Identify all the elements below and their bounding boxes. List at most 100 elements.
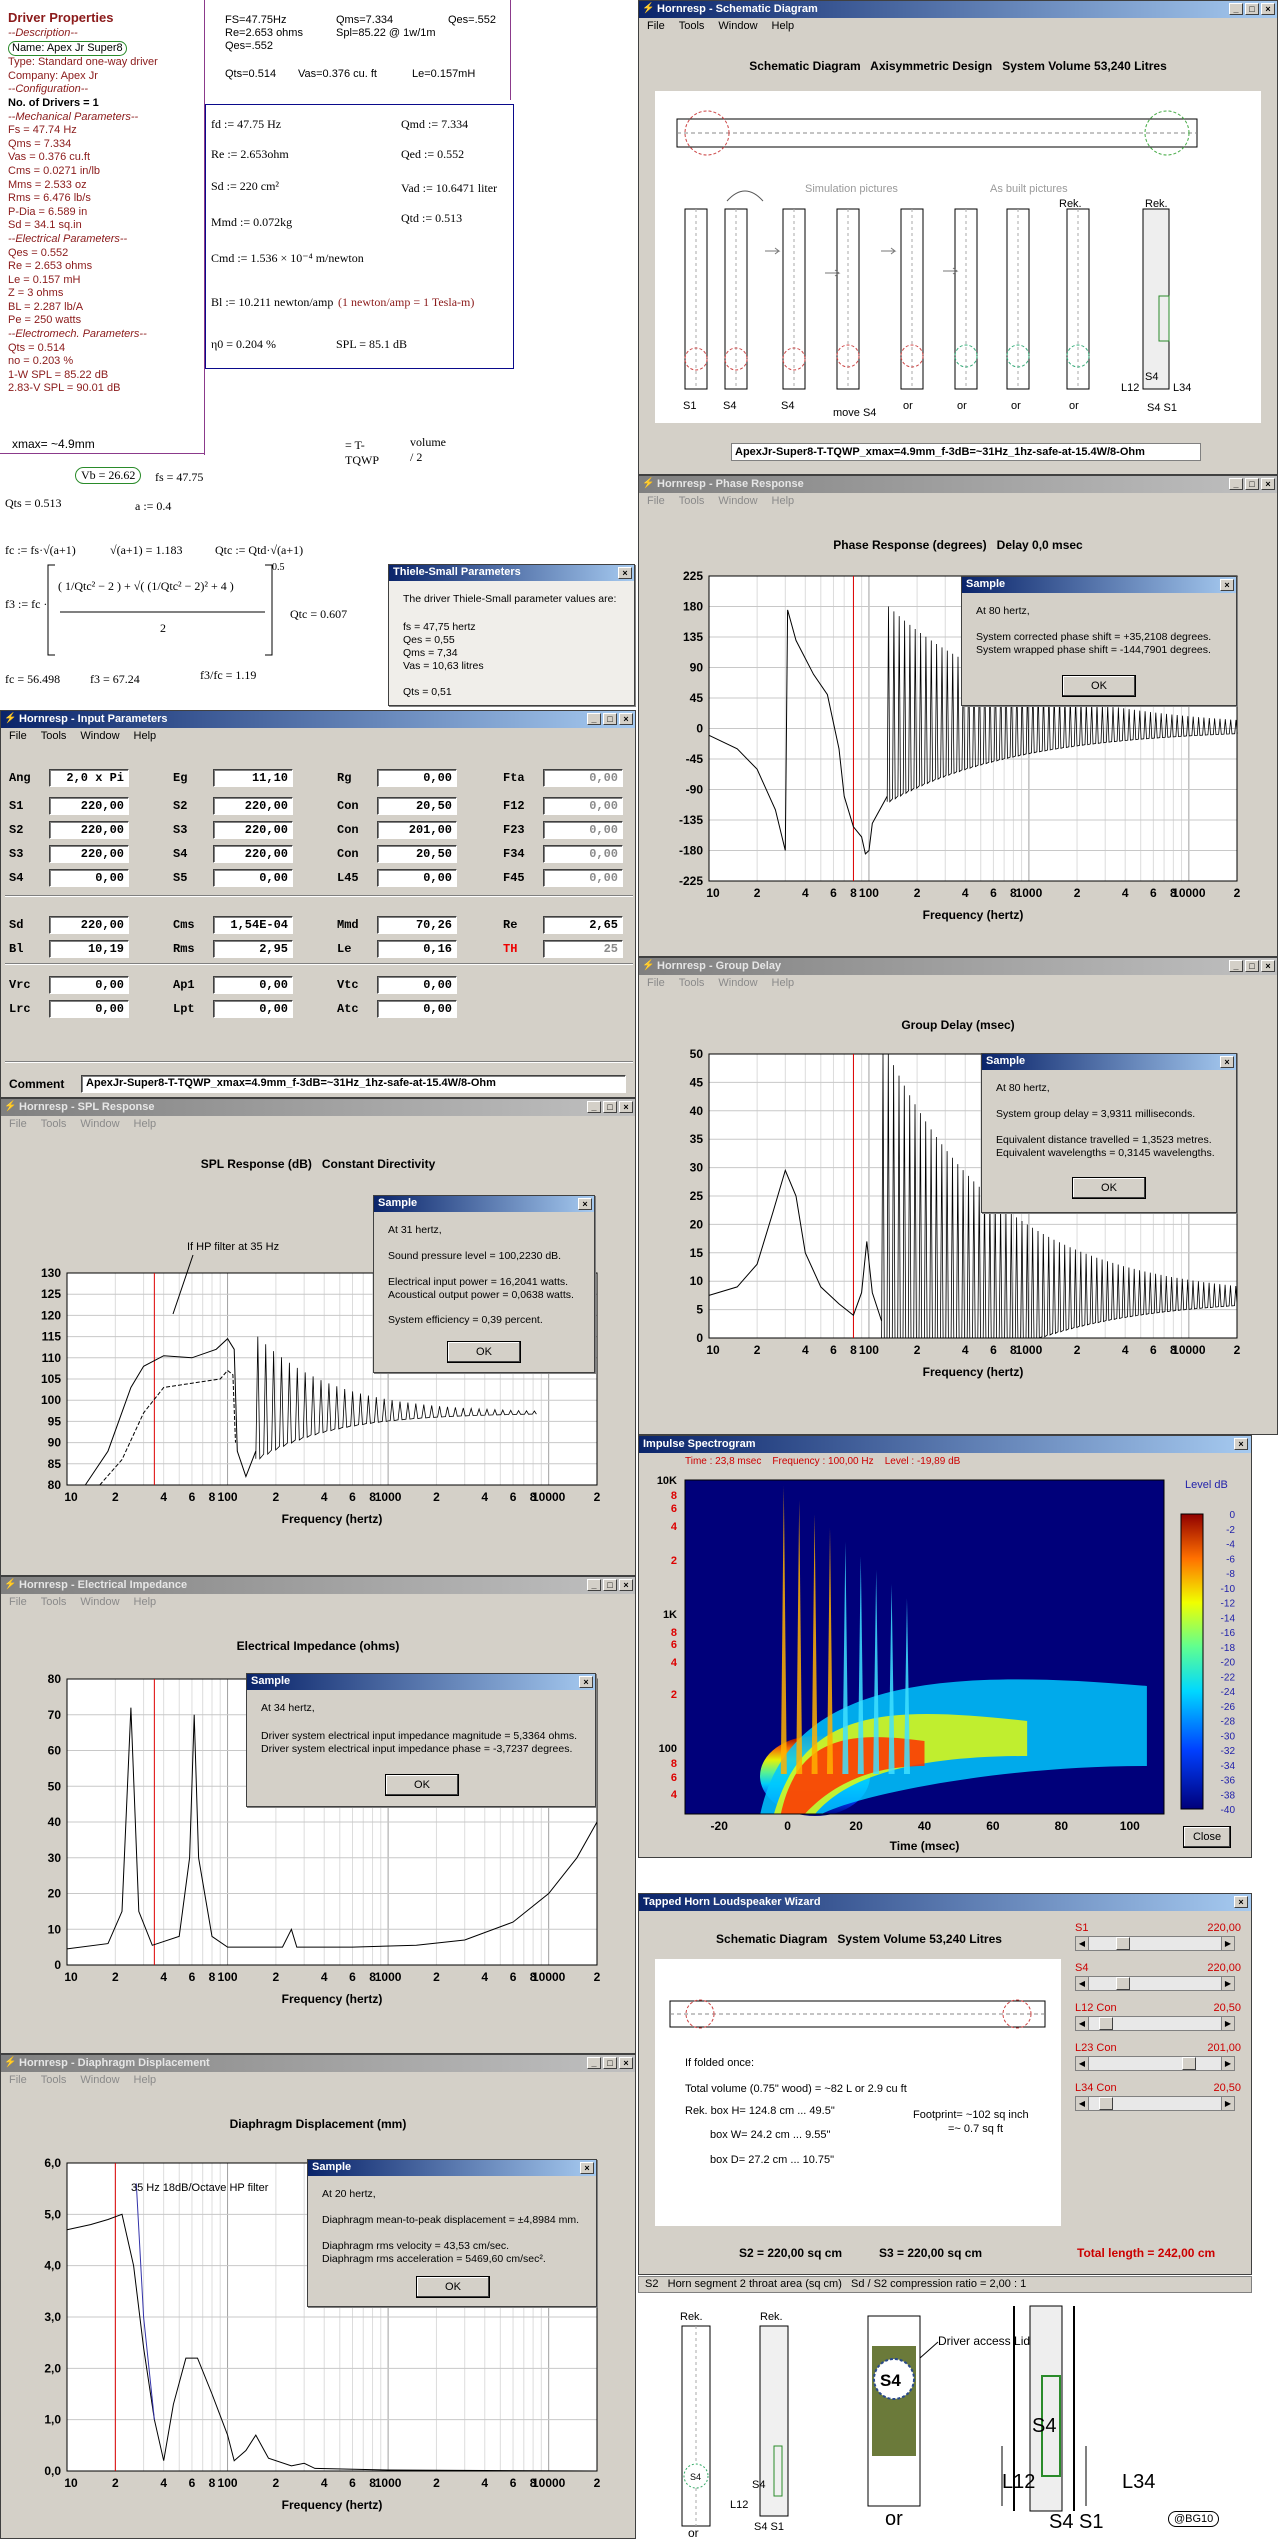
param-field-s2[interactable]: 220,00 xyxy=(49,821,129,839)
param-field-l45[interactable]: 0,00 xyxy=(377,869,457,887)
group-dialog-close[interactable]: × xyxy=(1220,1056,1234,1068)
slider-left-arrow[interactable]: ◀ xyxy=(1076,2097,1089,2110)
slider-thumb[interactable] xyxy=(1099,2097,1114,2110)
param-field-f45[interactable]: 0,00 xyxy=(543,869,623,887)
param-field-le[interactable]: 0,16 xyxy=(377,940,457,958)
spl-dialog-close[interactable]: × xyxy=(578,1198,592,1210)
built-box xyxy=(1142,208,1170,390)
y-tick-label: 80 xyxy=(48,1478,62,1492)
slider-right-arrow[interactable]: ▶ xyxy=(1221,2017,1234,2030)
slider-right-arrow[interactable]: ▶ xyxy=(1221,2057,1234,2070)
x-tick-label: 2 xyxy=(1234,1343,1241,1357)
param-field-rg[interactable]: 0,00 xyxy=(377,769,457,787)
param-field-lpt[interactable]: 0,00 xyxy=(213,1000,293,1018)
y-tick-label: 15 xyxy=(690,1246,704,1260)
param-field-s5[interactable]: 0,00 xyxy=(213,869,293,887)
phase-ok-button[interactable]: OK xyxy=(1062,675,1136,697)
x-axis-label: Frequency (hertz) xyxy=(923,908,1024,922)
y-tick-label: 0 xyxy=(696,1331,703,1345)
param-field-s3[interactable]: 220,00 xyxy=(213,821,293,839)
slider-track[interactable]: ◀ ▶ xyxy=(1075,2016,1235,2031)
phase-dialog-close[interactable]: × xyxy=(1220,579,1234,591)
param-field-s4[interactable]: 0,00 xyxy=(49,869,129,887)
param-field-cms[interactable]: 1,54E-04 xyxy=(213,916,293,934)
param-field-th[interactable]: 25 xyxy=(543,940,623,958)
param-field-con[interactable]: 201,00 xyxy=(377,821,457,839)
spl-ok-button[interactable]: OK xyxy=(447,1341,521,1363)
slider-thumb[interactable] xyxy=(1115,1937,1130,1950)
x-tick-label: 6 xyxy=(349,1970,356,1984)
thiele-close-button[interactable]: × xyxy=(618,567,632,579)
section-header: --Electrical Parameters-- xyxy=(8,232,128,245)
as-built-label: As built pictures xyxy=(990,183,1068,195)
slider-track[interactable]: ◀ ▶ xyxy=(1075,1976,1235,1991)
imp-ok-button[interactable]: OK xyxy=(385,1774,459,1796)
comment-field[interactable]: ApexJr-Super8-T-TQWP_xmax=4.9mm_f-3dB=~3… xyxy=(81,1075,626,1093)
param-field-ang[interactable]: 2,0 x Pi xyxy=(49,769,129,787)
slider-left-arrow[interactable]: ◀ xyxy=(1076,1937,1089,1950)
slider-right-arrow[interactable]: ▶ xyxy=(1221,1937,1234,1950)
menu-help[interactable]: Help xyxy=(772,20,795,34)
param-field-s3[interactable]: 220,00 xyxy=(49,845,129,863)
thiele-value: Qts = 0,51 xyxy=(403,686,452,698)
close-button[interactable]: × xyxy=(1234,1896,1248,1908)
group-ok-button[interactable]: OK xyxy=(1072,1177,1146,1199)
svg-text:( 1/Qtc² − 2 ) + √( (1/Qtc² −: ( 1/Qtc² − 2 ) + √( (1/Qtc² − 2)² + 4 ) xyxy=(58,579,234,593)
y-tick-label: 3,0 xyxy=(44,2310,61,2324)
y-tick-label: 8 xyxy=(671,1490,677,1502)
param-label: S3 xyxy=(9,847,24,861)
param-field-atc[interactable]: 0,00 xyxy=(377,1000,457,1018)
param-field-vtc[interactable]: 0,00 xyxy=(377,976,457,994)
imp-dialog-close[interactable]: × xyxy=(579,1676,593,1688)
param-field-f12[interactable]: 0,00 xyxy=(543,797,623,815)
x-tick-label: 100 xyxy=(218,1490,238,1504)
slider-track[interactable]: ◀ ▶ xyxy=(1075,2096,1235,2111)
slider-left-arrow[interactable]: ◀ xyxy=(1076,2017,1089,2030)
param-label: TH xyxy=(503,942,518,956)
wizard-line: Footprint= ~102 sq inch xyxy=(913,2109,1029,2121)
menu-window[interactable]: Window xyxy=(718,20,757,34)
param-field-bl[interactable]: 10,19 xyxy=(49,940,129,958)
param-field-re[interactable]: 2,65 xyxy=(543,916,623,934)
minimize-button[interactable]: _ xyxy=(1229,3,1243,15)
param-field-s2[interactable]: 220,00 xyxy=(213,797,293,815)
slider-left-arrow[interactable]: ◀ xyxy=(1076,2057,1089,2070)
slider-right-arrow[interactable]: ▶ xyxy=(1221,1977,1234,1990)
slider-thumb[interactable] xyxy=(1182,2057,1197,2070)
param-field-rms[interactable]: 2,95 xyxy=(213,940,293,958)
thiele-intro: The driver Thiele-Small parameter values… xyxy=(403,593,617,605)
disp-ok-button[interactable]: OK xyxy=(416,2276,490,2298)
param-field-s4[interactable]: 220,00 xyxy=(213,845,293,863)
slider-left-arrow[interactable]: ◀ xyxy=(1076,1977,1089,1990)
y-tick-label: 100 xyxy=(659,1743,677,1755)
param-field-sd[interactable]: 220,00 xyxy=(49,916,129,934)
x-tick-label: 8 xyxy=(209,1490,216,1504)
param-field-s1[interactable]: 220,00 xyxy=(49,797,129,815)
spectro-close-button[interactable]: Close xyxy=(1183,1826,1231,1848)
slider-track[interactable]: ◀ ▶ xyxy=(1075,1936,1235,1951)
param-field-fta[interactable]: 0,00 xyxy=(543,769,623,787)
param-field-con[interactable]: 20,50 xyxy=(377,797,457,815)
param-field-con[interactable]: 20,50 xyxy=(377,845,457,863)
slider-track[interactable]: ◀ ▶ xyxy=(1075,2056,1235,2071)
sketch-access-lid: Driver access Lid xyxy=(938,2334,1031,2348)
disp-dialog-close[interactable]: × xyxy=(580,2162,594,2174)
param-field-ap1[interactable]: 0,00 xyxy=(213,976,293,994)
param-field-eg[interactable]: 11,10 xyxy=(213,769,293,787)
y-tick-label: 6 xyxy=(671,1503,677,1515)
close-button[interactable]: × xyxy=(1261,3,1275,15)
sketch-s4s1: S4 S1 xyxy=(1049,2511,1104,2533)
param-field-f23[interactable]: 0,00 xyxy=(543,821,623,839)
menu-file[interactable]: File xyxy=(647,20,665,34)
slider-thumb[interactable] xyxy=(1099,2017,1114,2030)
slider-right-arrow[interactable]: ▶ xyxy=(1221,2097,1234,2110)
param-field-mmd[interactable]: 70,26 xyxy=(377,916,457,934)
slider-thumb[interactable] xyxy=(1115,1977,1130,1990)
menu-tools[interactable]: Tools xyxy=(679,20,705,34)
param-field-vrc[interactable]: 0,00 xyxy=(49,976,129,994)
param-field-lrc[interactable]: 0,00 xyxy=(49,1000,129,1018)
param-field-f34[interactable]: 0,00 xyxy=(543,845,623,863)
level-tick: -24 xyxy=(1221,1687,1236,1698)
maximize-button[interactable]: □ xyxy=(1245,3,1259,15)
sketch-rek-1: Rek. xyxy=(680,2311,703,2323)
